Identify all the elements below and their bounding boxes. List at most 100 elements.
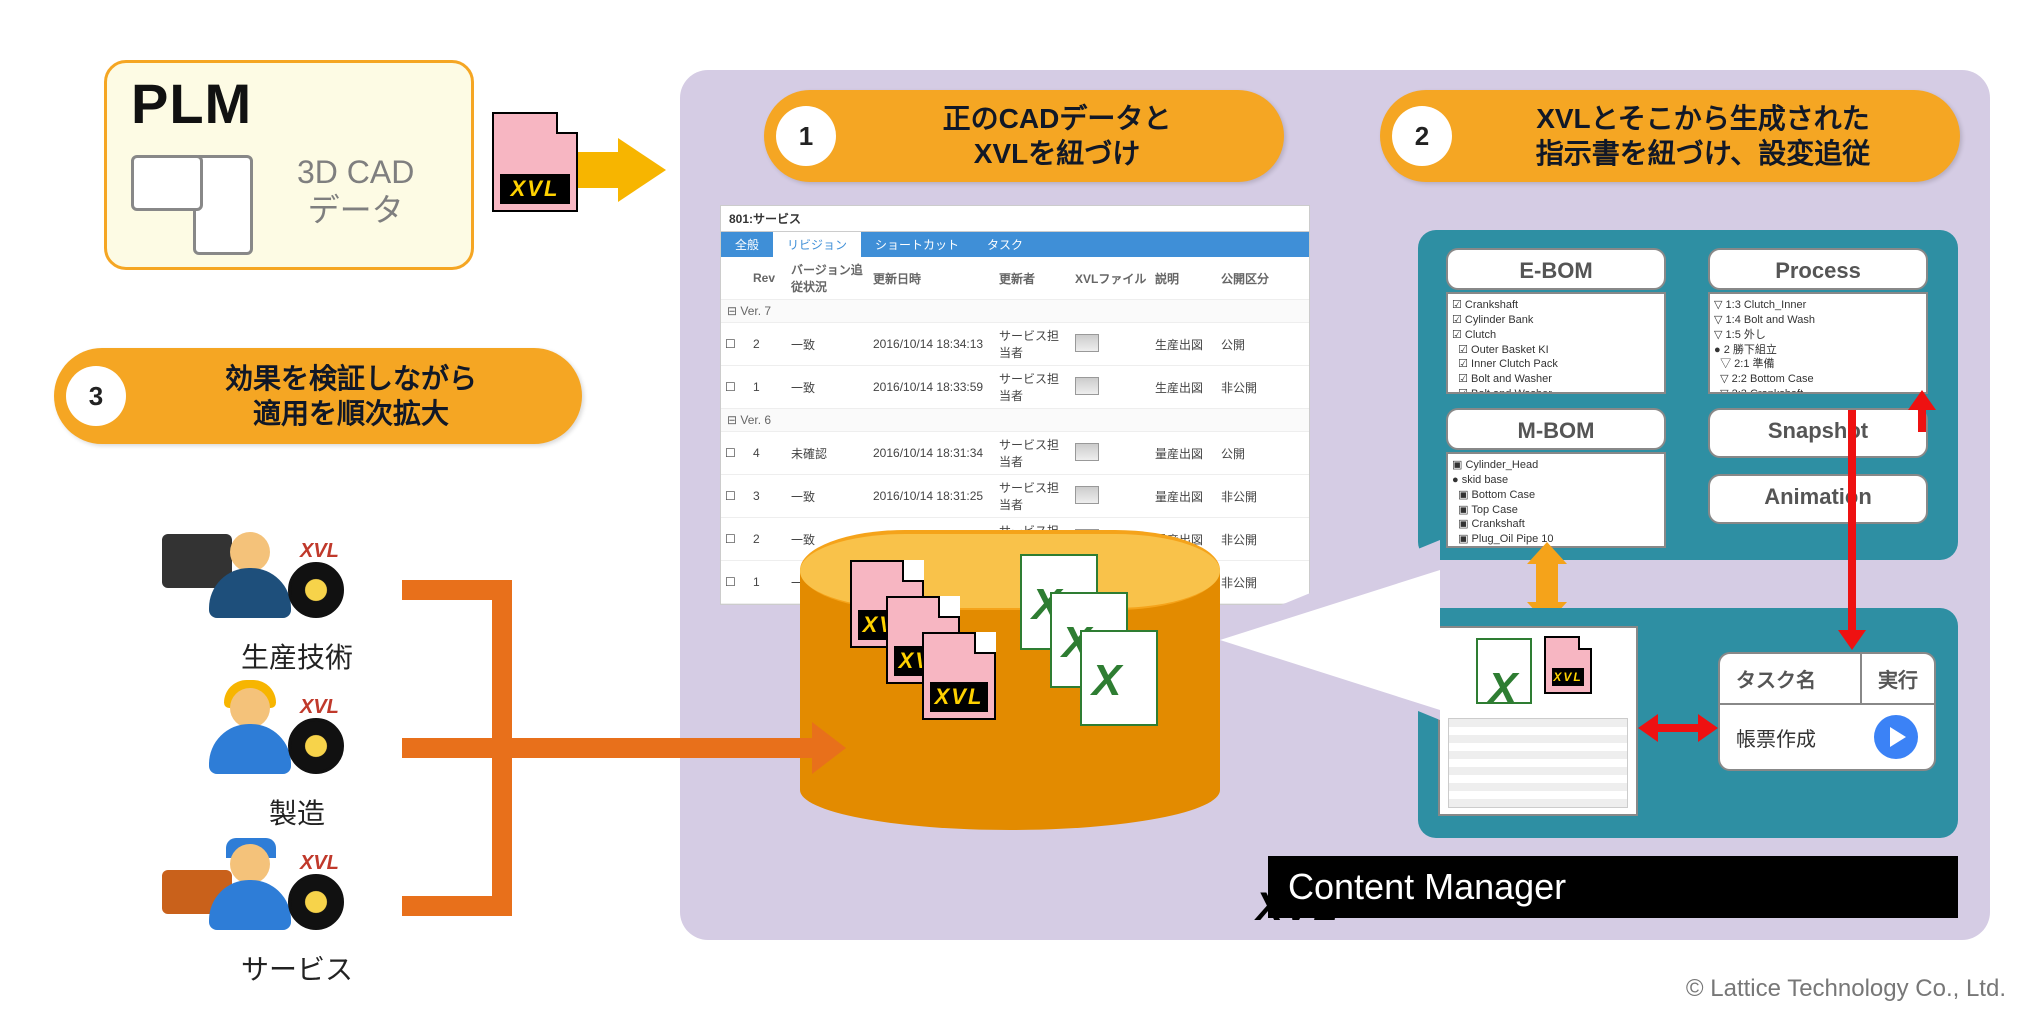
tab-general[interactable]: 全般 — [721, 232, 773, 257]
xvl-badge: XVL — [300, 696, 339, 719]
task-run-name: 帳票作成 — [1736, 723, 1816, 752]
td-rev: 1 — [753, 380, 785, 394]
td-updated: 2016/10/14 18:34:13 — [873, 337, 993, 351]
tab-revision[interactable]: リビジョン — [773, 232, 861, 257]
table-row[interactable]: ☐3一致2016/10/14 18:31:25サービス担当者量産出図非公開 — [721, 475, 1309, 518]
play-button[interactable] — [1874, 715, 1918, 759]
th-updater: 更新者 — [999, 270, 1069, 287]
pill-3-line2: 適用を順次拡大 — [253, 398, 449, 429]
tab-shortcut[interactable]: ショートカット — [861, 232, 973, 257]
tree-mbom: ▣ Cylinder_Head ● skid base ▣ Bottom Cas… — [1446, 452, 1666, 548]
revision-table-tabs[interactable]: 全般 リビジョン ショートカット タスク — [721, 232, 1309, 257]
pill-2: 2 XVLとそこから生成された 指示書を紐づけ、設変追従 — [1380, 90, 1960, 182]
main-panel: 1 正のCADデータと XVLを紐づけ 2 XVLとそこから生成された 指示書を… — [680, 70, 1990, 940]
table-row[interactable]: ☐2一致2016/10/14 18:34:13サービス担当者生産出図公開 — [721, 323, 1309, 366]
product-name-bar: Content Manager — [1268, 856, 1958, 918]
arrow-upper-lower — [1536, 564, 1558, 602]
td-desc: 生産出図 — [1155, 336, 1215, 353]
excel-icon — [1476, 638, 1532, 704]
row-checkbox[interactable]: ☐ — [725, 446, 747, 460]
pill-1-number: 1 — [776, 106, 836, 166]
pill-3-number: 3 — [66, 366, 126, 426]
task-run-col-exec: 実行 — [1862, 654, 1934, 703]
user-service: XVL サービス — [162, 830, 432, 986]
revision-group: ⊟ Ver. 7 — [721, 300, 1309, 323]
th-updated: 更新日時 — [873, 270, 993, 287]
plm-subtitle: 3D CAD データ — [297, 153, 414, 230]
user-service-label: サービス — [241, 948, 353, 988]
pill-3: 3 効果を検証しながら 適用を順次拡大 — [54, 348, 582, 444]
pill-1-line1: 正のCADデータと — [943, 103, 1172, 134]
td-rev: 2 — [753, 532, 785, 546]
tasks-panel: E-BOM ☑ Crankshaft ☑ Cylinder Bank ☑ Clu… — [1418, 230, 1958, 890]
td-rev: 1 — [753, 575, 785, 589]
user-engineering-label: 生産技術 — [241, 636, 353, 676]
plm-subtitle-line2: データ — [308, 192, 404, 228]
row-checkbox[interactable]: ☐ — [725, 532, 747, 546]
user-engineering: XVL 生産技術 — [162, 518, 432, 674]
tree-ebom: ☑ Crankshaft ☑ Cylinder Bank ☑ Clutch ☑ … — [1446, 292, 1666, 394]
plm-title: PLM — [131, 71, 471, 136]
th-pub: 公開区分 — [1221, 270, 1281, 287]
pill-1: 1 正のCADデータと XVLを紐づけ — [764, 90, 1284, 182]
td-xvlfile — [1075, 377, 1149, 398]
row-checkbox[interactable]: ☐ — [725, 489, 747, 503]
td-updater: サービス担当者 — [999, 370, 1069, 404]
card-process: Process — [1708, 248, 1928, 290]
pill-1-text: 正のCADデータと XVLを紐づけ — [854, 101, 1284, 171]
tab-task[interactable]: タスク — [973, 232, 1037, 257]
td-status: 一致 — [791, 488, 867, 505]
pill-2-line2: 指示書を紐づけ、設変追従 — [1536, 138, 1871, 169]
tire-icon — [288, 718, 344, 774]
td-rev: 2 — [753, 337, 785, 351]
arrow-preview-run — [1658, 724, 1698, 732]
plm-subtitle-line1: 3D CAD — [297, 154, 414, 190]
tasks-lower-panel: XVL タスク名 実行 帳票作成 — [1418, 608, 1958, 838]
excel-icon — [1080, 630, 1158, 726]
xvl-badge: XVL — [300, 540, 339, 563]
th-desc: 説明 — [1155, 270, 1215, 287]
arrow-plm-to-panel — [578, 138, 668, 202]
xvl-file-label: XVL — [500, 174, 570, 204]
xvl-file-icon: XVL — [1544, 636, 1592, 694]
pill-3-line1: 効果を検証しながら — [225, 363, 477, 394]
pill-2-text: XVLとそこから生成された 指示書を紐づけ、設変追従 — [1470, 101, 1960, 171]
revision-table-title: 801:サービス — [721, 206, 1309, 232]
copyright: © Lattice Technology Co., Ltd. — [1686, 975, 2006, 1003]
row-checkbox[interactable]: ☐ — [725, 575, 747, 589]
users-column: XVL 生産技術 XVL 製造 XVL サービス — [162, 518, 432, 986]
revision-group: ⊟ Ver. 6 — [721, 409, 1309, 432]
database-files: XVL XVL XVL — [850, 540, 1210, 780]
td-pub: 公開 — [1221, 336, 1281, 353]
task-run-box[interactable]: タスク名 実行 帳票作成 — [1718, 652, 1936, 771]
td-updater: サービス担当者 — [999, 436, 1069, 470]
arrow-run-to-process — [1918, 410, 1926, 432]
td-updated: 2016/10/14 18:31:34 — [873, 446, 993, 460]
row-checkbox[interactable]: ☐ — [725, 380, 747, 394]
avatar-service — [202, 840, 298, 936]
tasks-upper-panel: E-BOM ☑ Crankshaft ☑ Cylinder Bank ☑ Clu… — [1418, 230, 1958, 560]
th-xvlfile: XVLファイル — [1075, 270, 1149, 287]
td-status: 一致 — [791, 379, 867, 396]
xvl-badge: XVL — [300, 852, 339, 875]
td-xvlfile — [1075, 486, 1149, 507]
td-rev: 3 — [753, 489, 785, 503]
td-updated: 2016/10/14 18:33:59 — [873, 380, 993, 394]
td-desc: 生産出図 — [1155, 379, 1215, 396]
table-row[interactable]: ☐4未確認2016/10/14 18:31:34サービス担当者量産出図公開 — [721, 432, 1309, 475]
avatar-worker — [202, 684, 298, 780]
td-desc: 量産出図 — [1155, 488, 1215, 505]
td-xvlfile — [1075, 334, 1149, 355]
pill-3-text: 効果を検証しながら 適用を順次拡大 — [144, 361, 582, 431]
td-rev: 4 — [753, 446, 785, 460]
product-name: Content Manager — [1288, 866, 1566, 908]
user-manufacturing-label: 製造 — [269, 792, 325, 832]
td-updater: サービス担当者 — [999, 327, 1069, 361]
task-run-col-name: タスク名 — [1720, 654, 1862, 703]
callout-pointer-white — [1220, 540, 1440, 740]
row-checkbox[interactable]: ☐ — [725, 337, 747, 351]
card-mbom: M-BOM — [1446, 408, 1666, 450]
table-row[interactable]: ☐1一致2016/10/14 18:33:59サービス担当者生産出図非公開 — [721, 366, 1309, 409]
card-animation: Animation — [1708, 474, 1928, 524]
th-status: バージョン追従状況 — [791, 261, 867, 295]
